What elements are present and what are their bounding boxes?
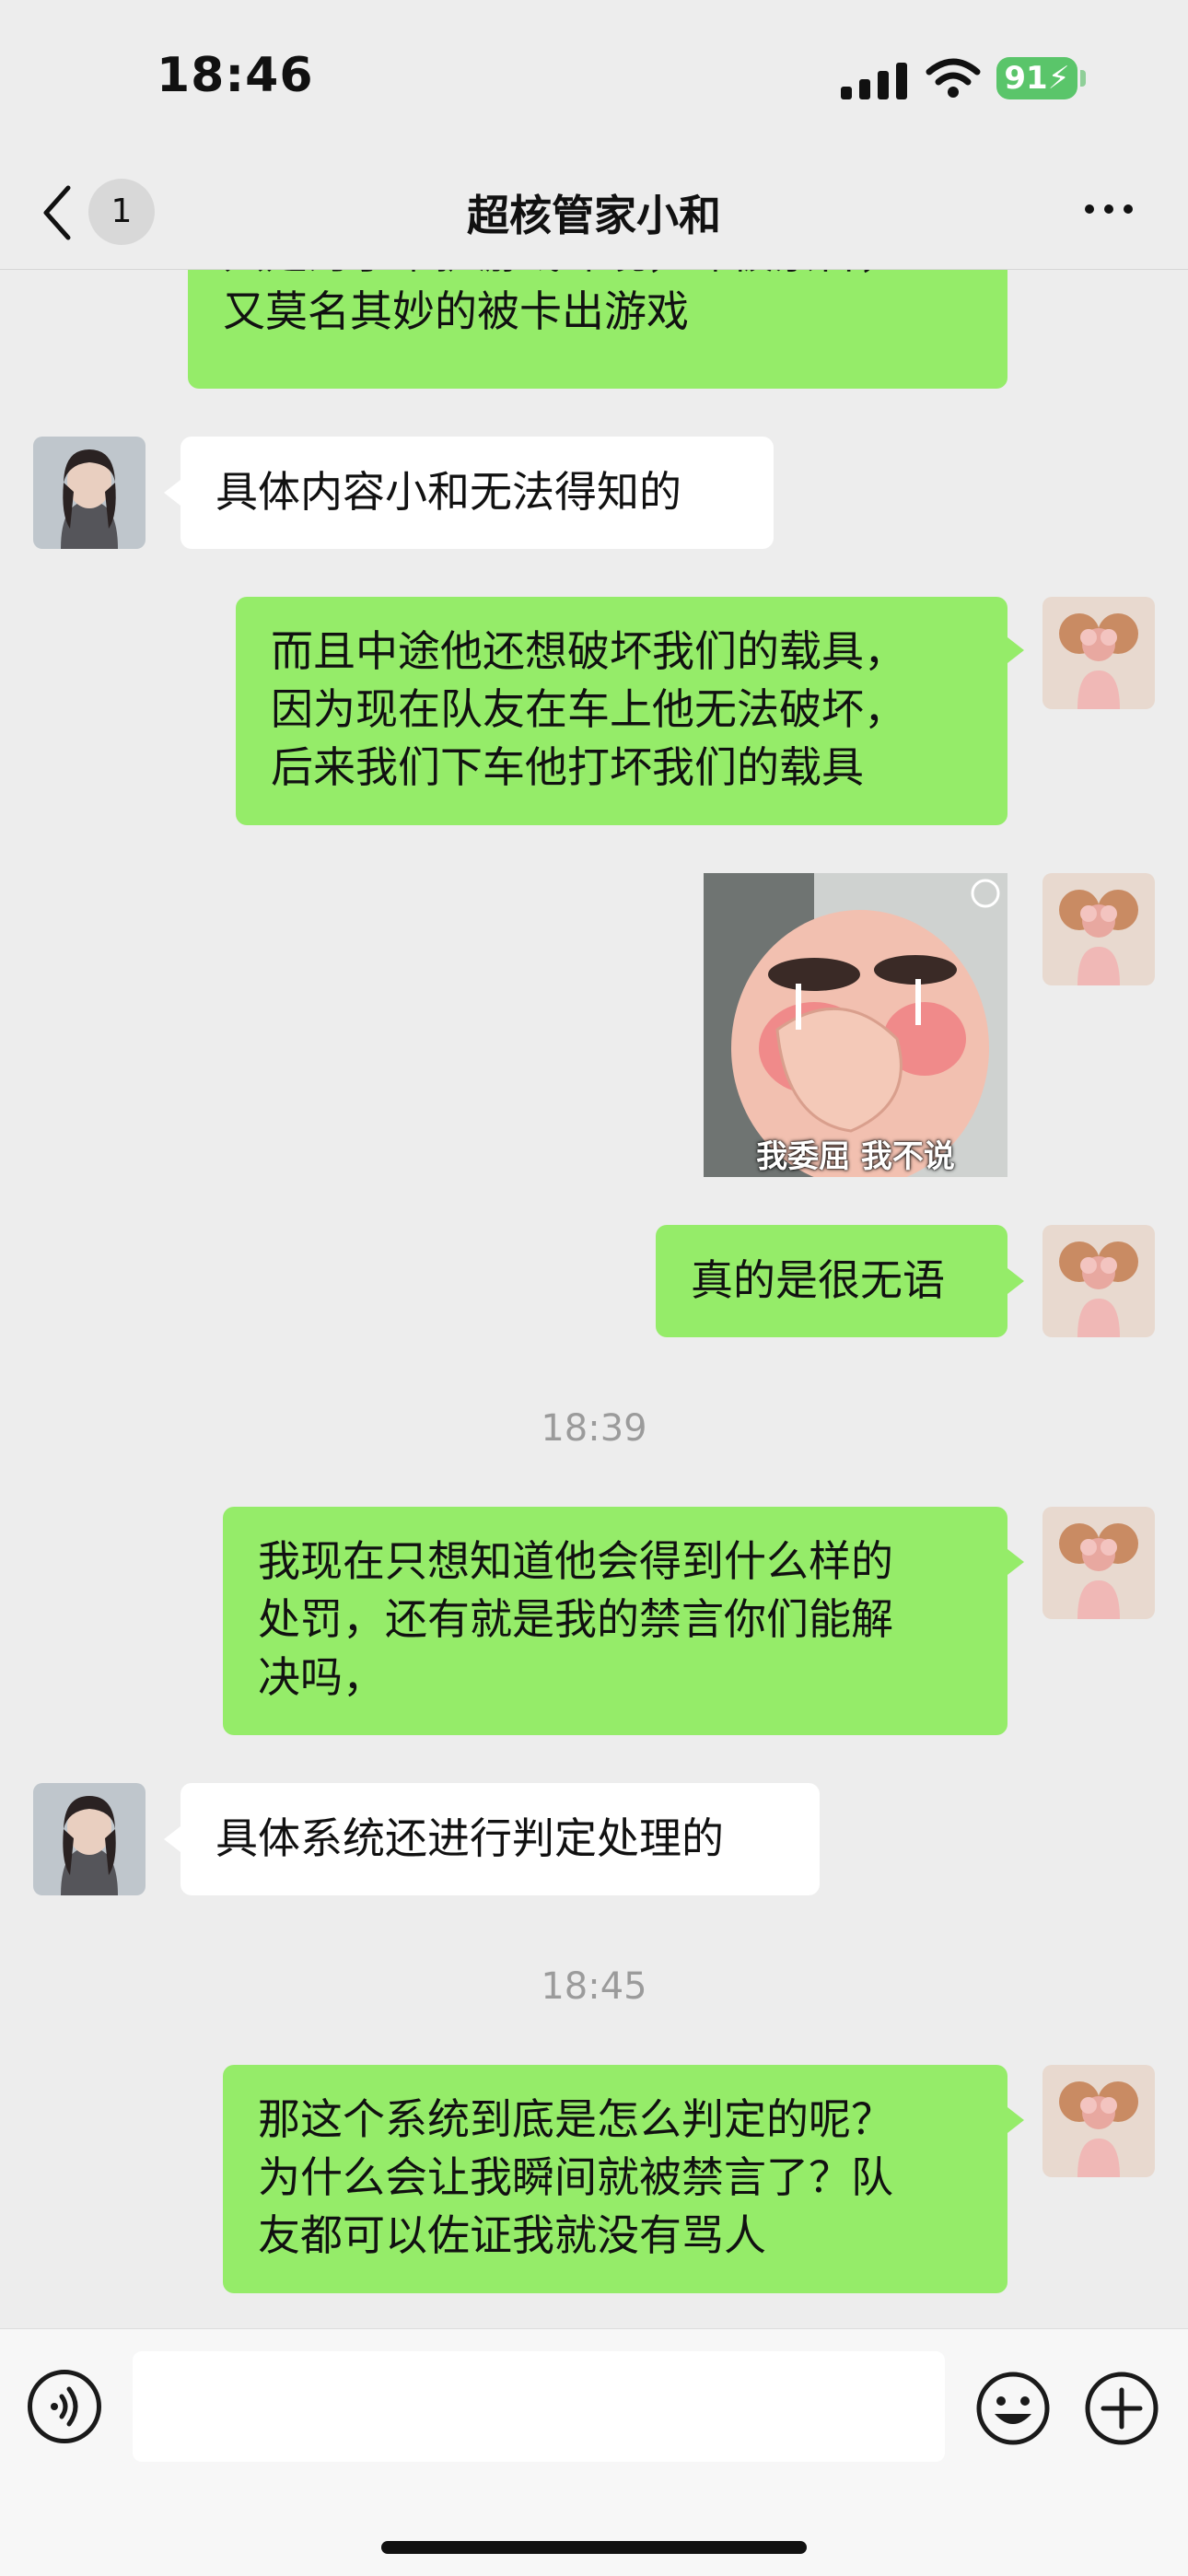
bubble-tail [1007,1268,1024,1294]
signal-icon [841,63,907,99]
message-bubble-sent[interactable]: 只是为了维护游戏环境，却被禁言， 又莫名其妙的被卡出游戏 [188,269,1007,389]
bubble-tail [1007,2107,1024,2133]
more-icon[interactable] [1081,197,1136,221]
message-bubble-received[interactable]: 具体系统还进行判定处理的 [181,1783,820,1895]
message-bubble-sent[interactable]: 我现在只想知道他会得到什么样的 处罚，还有就是我的禁言你们能解 决吗， [223,1507,1007,1735]
message-bubble-sent[interactable]: 而且中途他还想破坏我们的载具， 因为现在队友在车上他无法破坏， 后来我们下车他打… [236,597,1007,825]
voice-button[interactable] [28,2370,101,2443]
status-time: 18:46 [157,48,314,103]
input-bar [0,2328,1188,2576]
user-avatar[interactable] [1042,1507,1155,1619]
voice-icon [51,2386,78,2427]
user-avatar[interactable] [1042,873,1155,985]
nav-bar: 1 超核管家小和 [0,157,1188,270]
sticker-caption: 我委屈 我不说 [756,1138,955,1175]
battery-cap [1080,70,1086,87]
chat-area[interactable]: 只是为了维护游戏环境，却被禁言， 又莫名其妙的被卡出游戏 具体内容小和无法得知的… [0,269,1188,2328]
message-timestamp: 18:39 [541,1407,647,1450]
sticker-message[interactable]: 我委屈 我不说 [704,873,1007,1186]
user-avatar[interactable] [1042,2065,1155,2177]
message-bubble-received[interactable]: 具体内容小和无法得知的 [181,437,774,549]
wifi-icon [926,58,981,98]
battery-indicator: 91⚡ [996,57,1077,99]
bubble-tail [1007,1549,1024,1575]
battery-level: 91 [1004,60,1048,97]
message-bubble-sent[interactable]: 真的是很无语 [656,1225,1007,1337]
agent-avatar[interactable] [33,1783,146,1895]
user-avatar[interactable] [1042,1225,1155,1337]
message-input[interactable] [133,2351,945,2462]
user-avatar[interactable] [1042,597,1155,709]
bubble-tail [164,1826,181,1852]
agent-avatar[interactable] [33,437,146,549]
emoji-icon[interactable] [974,2370,1052,2447]
home-indicator[interactable] [381,2541,807,2554]
chat-title: 超核管家小和 [467,191,721,240]
bubble-tail [164,480,181,506]
status-bar: 18:46 91⚡ [0,0,1188,157]
message-bubble-sent[interactable]: 那这个系统到底是怎么判定的呢？ 为什么会让我瞬间就被禁言了？队 友都可以佐证我就… [223,2065,1007,2293]
bubble-tail [1007,637,1024,663]
message-timestamp: 18:45 [541,1965,647,2008]
plus-icon[interactable] [1083,2370,1160,2447]
